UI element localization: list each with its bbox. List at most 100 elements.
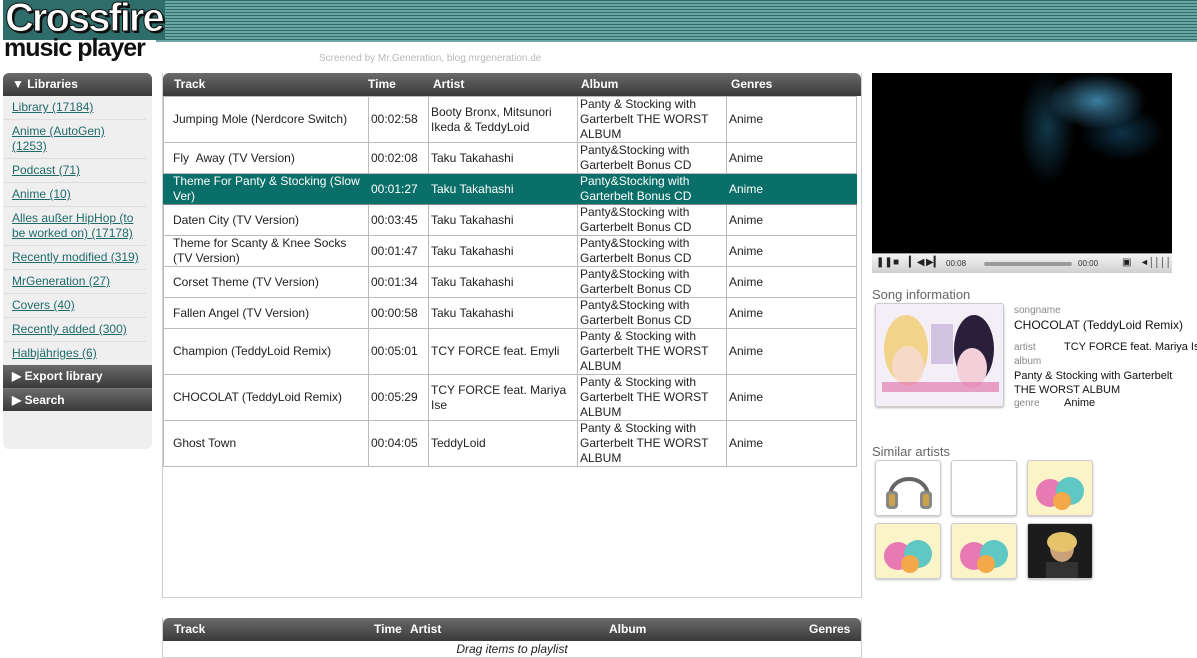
- sidebar-item: Recently added (300): [3, 318, 146, 342]
- library-link[interactable]: Covers (40): [12, 298, 75, 312]
- table-row[interactable]: Champion (TeddyLoid Remix) 00:05:01 TCY FO…: [163, 328, 857, 375]
- video-player[interactable]: ❚❚ ■ ▎◀ ▶▎ 00:08 00:00 ▣ ◄││││: [872, 73, 1172, 273]
- table-row[interactable]: Daten City (TV Version) 00:03:45 Taku Taka…: [163, 204, 857, 236]
- current-time: 00:08: [946, 259, 967, 268]
- time-cell: 00:01:47: [368, 235, 429, 267]
- similar-artist-thumb[interactable]: [1027, 460, 1093, 516]
- track-cell: Fly Away (TV Version): [163, 142, 369, 174]
- time-cell: 00:00:58: [368, 297, 429, 329]
- track-list-panel: Track Time Artist Album Genres Jumping M…: [162, 73, 862, 598]
- genre-cell: Anime: [726, 374, 857, 421]
- libraries-header[interactable]: ▼ Libraries: [3, 73, 152, 96]
- previous-icon[interactable]: ▎◀: [909, 257, 924, 268]
- time-cell: 00:02:08: [368, 142, 429, 174]
- library-link[interactable]: Recently added (300): [12, 322, 127, 336]
- table-row[interactable]: Corset Theme (TV Version) 00:01:34 Taku Ta…: [163, 266, 857, 298]
- table-row[interactable]: Theme for Scanty & Knee Socks (TV Versio…: [163, 235, 857, 267]
- artist-cell: Taku Takahashi: [428, 235, 578, 267]
- volume-icon[interactable]: ◄││││: [1140, 257, 1171, 267]
- album-art-icon: [884, 540, 932, 573]
- cover-art-icon: [876, 304, 1003, 406]
- album-cell: Panty&Stocking with Garterbelt Bonus CD: [577, 173, 727, 205]
- genre-cell: Anime: [726, 297, 857, 329]
- column-time[interactable]: Time: [374, 618, 402, 641]
- track-cell: Fallen Angel (TV Version): [163, 297, 369, 329]
- song-info-title: Song information: [872, 287, 971, 302]
- library-link[interactable]: Podcast (71): [12, 163, 80, 177]
- sidebar-item: Anime (10): [3, 183, 146, 207]
- table-row[interactable]: Theme For Panty & Stocking (Slow Ver) 00:…: [163, 173, 857, 205]
- album-cell: Panty & Stocking with Garterbelt THE WOR…: [577, 328, 727, 375]
- time-cell: 00:01:34: [368, 266, 429, 298]
- genre-cell: Anime: [726, 96, 857, 143]
- seek-bar[interactable]: [984, 262, 1072, 266]
- table-row[interactable]: CHOCOLAT (TeddyLoid Remix) 00:05:29 TCY FO…: [163, 374, 857, 421]
- column-artist[interactable]: Artist: [410, 618, 441, 641]
- library-link[interactable]: Halbjähriges (6): [12, 346, 97, 360]
- album-cell: Panty & Stocking with Garterbelt THE WOR…: [577, 96, 727, 143]
- sidebar-item: Alles außer HipHop (to be worked on) (17…: [3, 207, 146, 246]
- headphones-icon: [886, 477, 932, 509]
- similar-artist-thumb[interactable]: [951, 460, 1017, 516]
- video-frame: [872, 73, 1172, 253]
- column-genres[interactable]: Genres: [731, 73, 772, 96]
- table-row[interactable]: Fallen Angel (TV Version) 00:00:58 Taku Ta…: [163, 297, 857, 329]
- library-link[interactable]: Anime (AutoGen) (1253): [12, 124, 105, 153]
- genre-label: genre: [1014, 398, 1040, 409]
- column-genres[interactable]: Genres: [809, 618, 850, 641]
- export-library-header[interactable]: ▶ Export library: [3, 365, 152, 388]
- album-cell: Panty & Stocking with Garterbelt THE WOR…: [577, 374, 727, 421]
- songname-value: CHOCOLAT (TeddyLoid Remix): [1014, 318, 1183, 332]
- fullscreen-icon[interactable]: ▣: [1122, 257, 1131, 268]
- artist-cell: Taku Takahashi: [428, 204, 578, 236]
- time-cell: 00:02:58: [368, 96, 429, 143]
- column-artist[interactable]: Artist: [433, 73, 464, 96]
- library-link[interactable]: Recently modified (319): [12, 250, 139, 264]
- sidebar-item: Library (17184): [3, 96, 146, 120]
- library-link[interactable]: Anime (10): [12, 187, 71, 201]
- artist-cell: Taku Takahashi: [428, 173, 578, 205]
- table-row[interactable]: Fly Away (TV Version) 00:02:08 Taku Takaha…: [163, 142, 857, 174]
- album-label: album: [1014, 356, 1042, 367]
- table-row[interactable]: Jumping Mole (Nerdcore Switch) 00:02:58 Bo…: [163, 96, 857, 143]
- library-link[interactable]: MrGeneration (27): [12, 274, 110, 288]
- column-album[interactable]: Album: [581, 73, 618, 96]
- sidebar-footer: [3, 411, 152, 429]
- next-icon[interactable]: ▶▎: [926, 257, 941, 268]
- library-link[interactable]: Alles außer HipHop (to be worked on) (17…: [12, 211, 133, 240]
- artist-cell: Taku Takahashi: [428, 297, 578, 329]
- artist-cell: TeddyLoid: [428, 420, 578, 467]
- album-cell: Panty&Stocking with Garterbelt Bonus CD: [577, 266, 727, 298]
- similar-artist-thumb[interactable]: [951, 523, 1017, 579]
- track-cell: Champion (TeddyLoid Remix): [163, 328, 369, 375]
- album-cell: Panty & Stocking with Garterbelt THE WOR…: [577, 420, 727, 467]
- time-cell: 00:05:29: [368, 374, 429, 421]
- column-track[interactable]: Track: [174, 73, 205, 96]
- similar-artist-thumb[interactable]: [1027, 523, 1093, 579]
- genre-cell: Anime: [726, 142, 857, 174]
- album-value: Panty & Stocking with Garterbelt THE WOR…: [1014, 370, 1173, 396]
- sidebar: ▼ Libraries Library (17184) Anime (AutoG…: [3, 73, 152, 449]
- genre-cell: Anime: [726, 235, 857, 267]
- album-cell: Panty&Stocking with Garterbelt Bonus CD: [577, 297, 727, 329]
- column-album[interactable]: Album: [609, 618, 646, 641]
- genre-cell: Anime: [726, 328, 857, 375]
- album-art-icon: [1036, 477, 1084, 510]
- track-table: Jumping Mole (Nerdcore Switch) 00:02:58 Bo…: [163, 96, 857, 467]
- table-row[interactable]: Ghost Town 00:04:05 TeddyLoid Panty & Stock…: [163, 420, 857, 467]
- column-track[interactable]: Track: [174, 618, 205, 641]
- track-cell: Ghost Town: [163, 420, 369, 467]
- library-list: Library (17184) Anime (AutoGen) (1253) P…: [3, 96, 152, 365]
- column-time[interactable]: Time: [368, 73, 396, 96]
- search-header[interactable]: ▶ Search: [3, 388, 152, 411]
- similar-artist-thumb[interactable]: [875, 523, 941, 579]
- pause-icon[interactable]: ❚❚: [876, 257, 893, 268]
- logo-subtitle: music player: [4, 34, 146, 62]
- stop-icon[interactable]: ■: [893, 257, 899, 268]
- time-cell: 00:01:27: [368, 173, 429, 205]
- track-cell: Theme for Scanty & Knee Socks (TV Versio…: [163, 235, 369, 267]
- time-cell: 00:05:01: [368, 328, 429, 375]
- similar-artist-thumb[interactable]: [875, 460, 941, 516]
- library-link[interactable]: Library (17184): [12, 100, 93, 114]
- sidebar-item: Anime (AutoGen) (1253): [3, 120, 146, 159]
